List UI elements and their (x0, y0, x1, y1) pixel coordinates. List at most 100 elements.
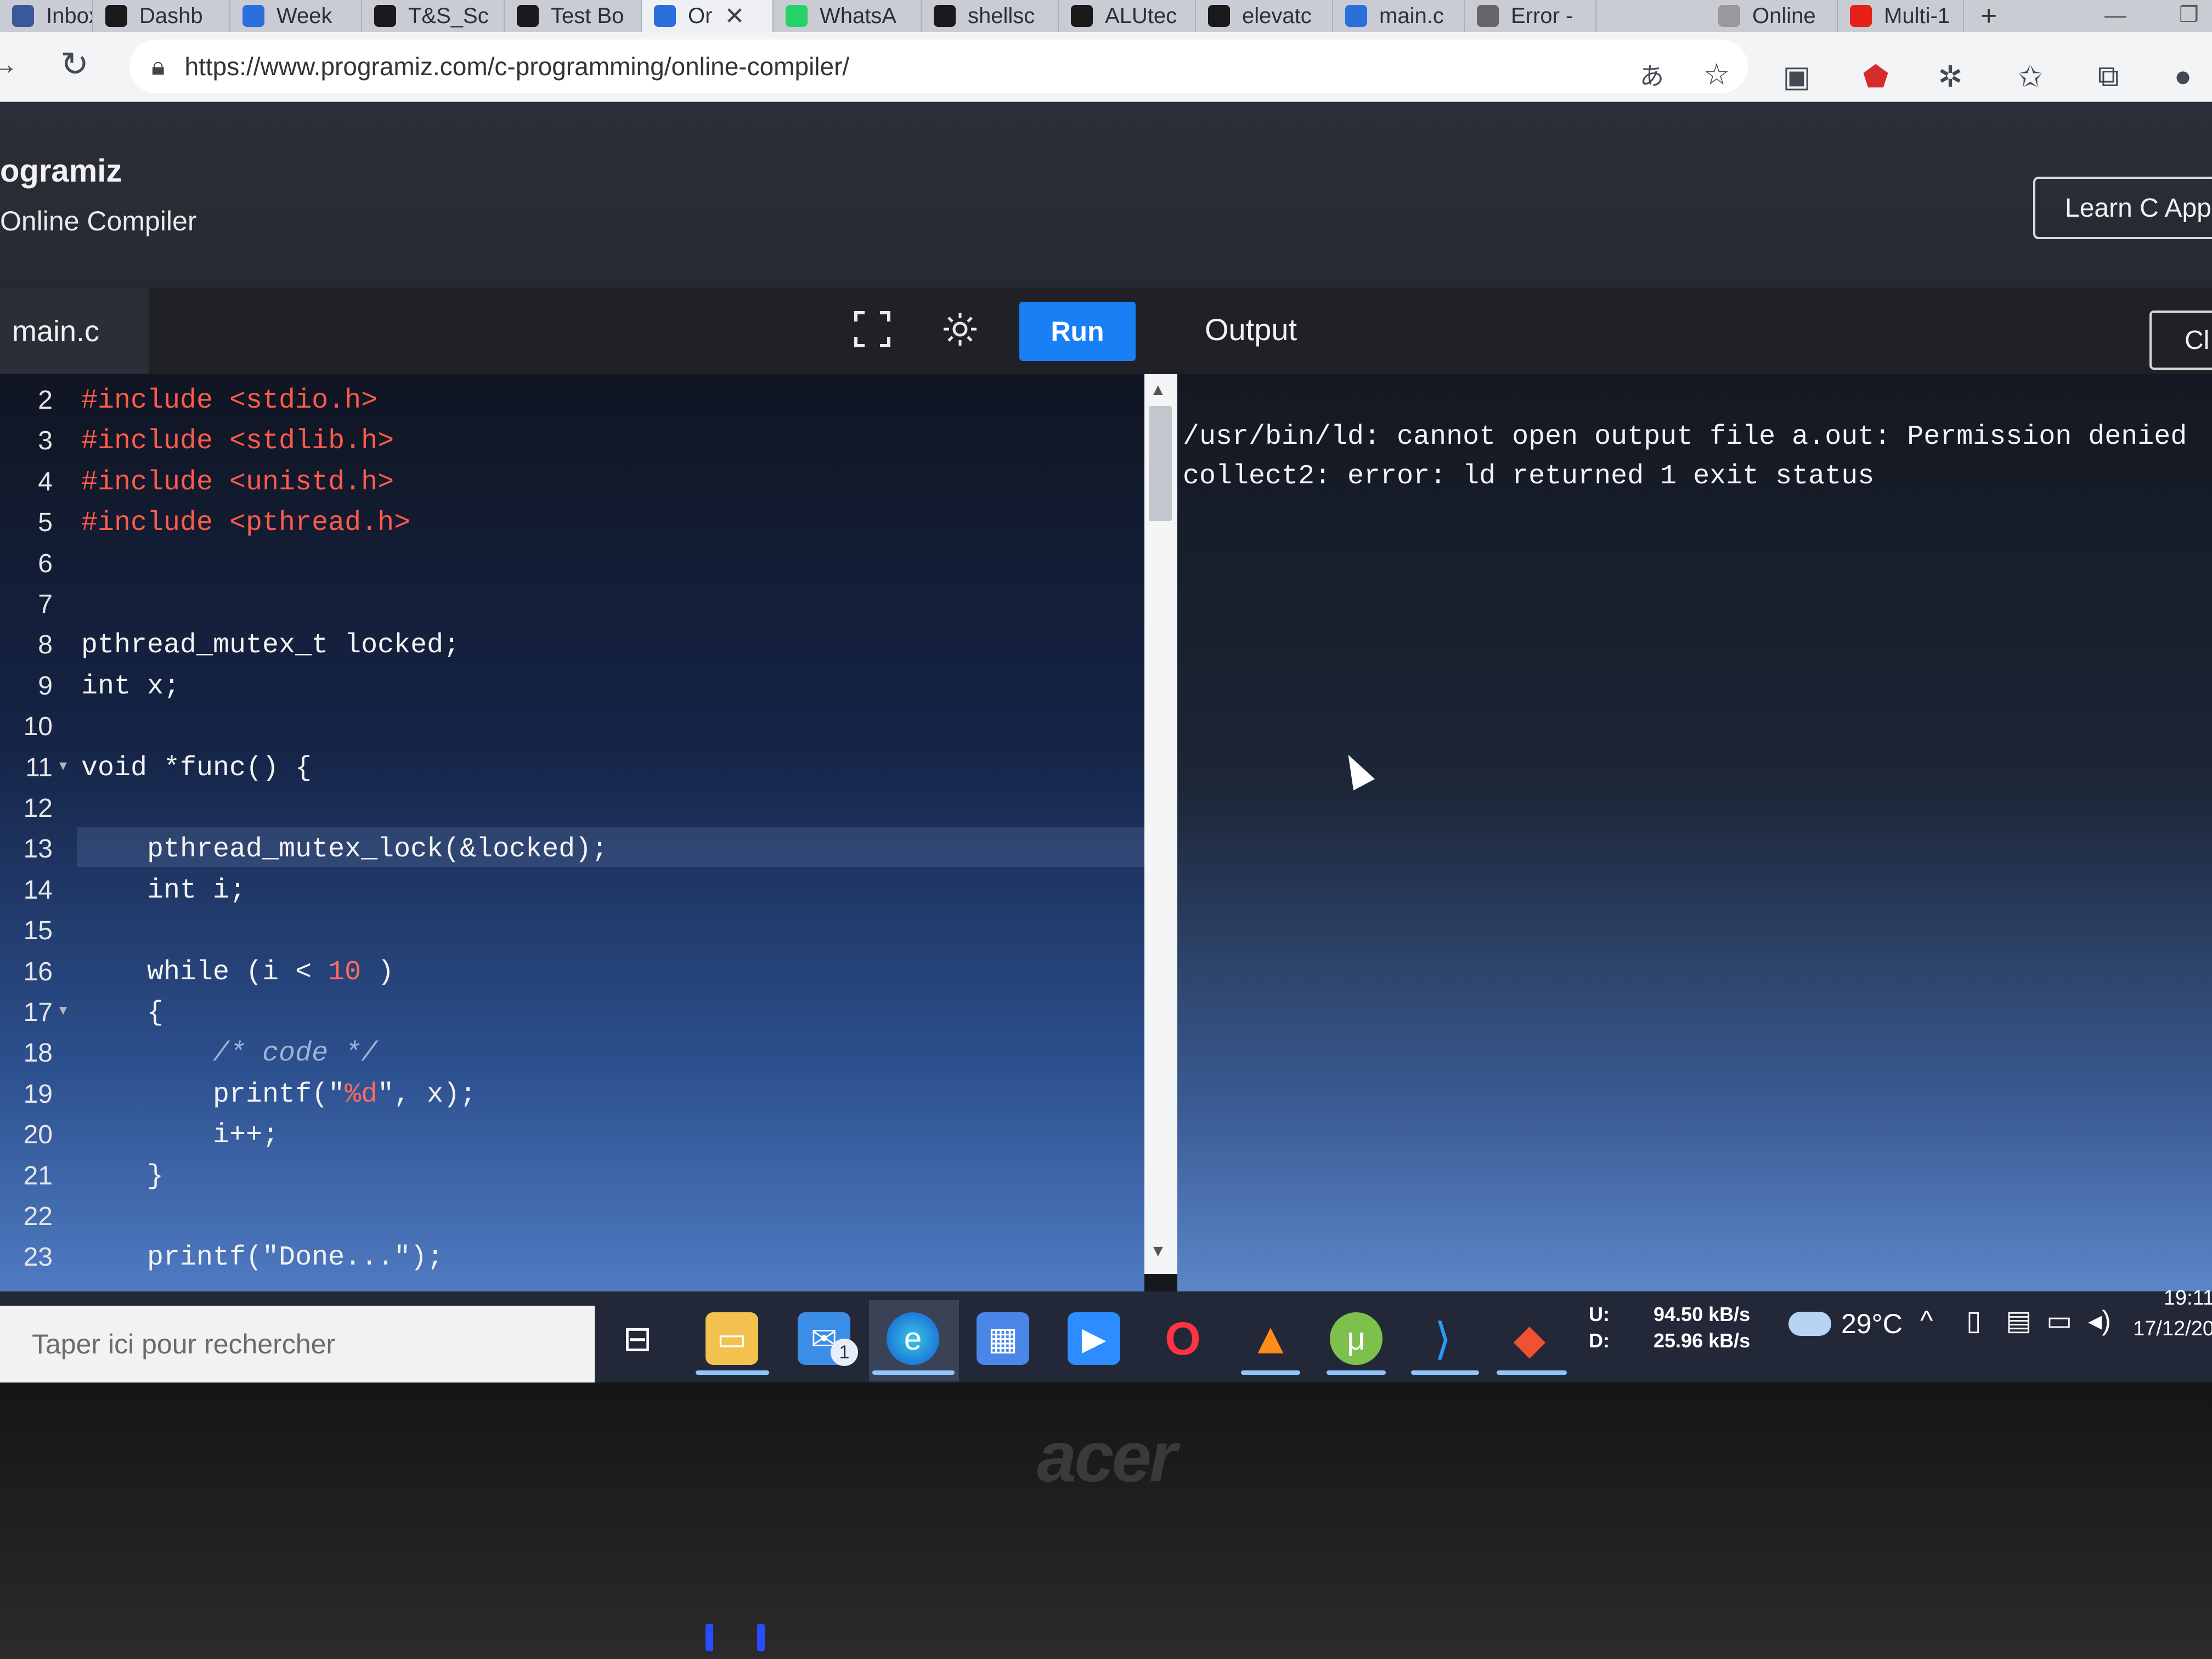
output-label: Output (1205, 312, 1297, 347)
store-icon[interactable]: ▦ (977, 1312, 1029, 1365)
clock-time: 19:11 (2163, 1286, 2212, 1310)
url-text[interactable]: https://www.programiz.com/c-programming/… (184, 52, 849, 81)
code-line[interactable]: 2 #include <stdio.h> (0, 385, 1144, 426)
git-active-indicator (1497, 1370, 1567, 1375)
chevron-up-icon[interactable]: ^ (1920, 1305, 1933, 1336)
notification-center-icon[interactable]: ▤ (2006, 1305, 2032, 1336)
file-tab-main-c[interactable]: main.c (0, 289, 149, 374)
code-line[interactable]: 7 (0, 589, 1144, 630)
code-line[interactable]: 14 int i; (0, 875, 1144, 916)
battery-icon[interactable]: ▭ (2046, 1305, 2072, 1336)
code-line[interactable]: 21 } (0, 1161, 1144, 1201)
code-token: { (81, 997, 164, 1029)
browser-tab[interactable]: Error - (1465, 0, 1596, 32)
code-line[interactable]: 23 printf("Done..."); (0, 1242, 1144, 1283)
code-line[interactable]: 5 #include <pthread.h> (0, 507, 1144, 548)
code-line[interactable]: 11 ▾ void *func() { (0, 753, 1144, 793)
read-aloud-icon[interactable]: あ (1633, 55, 1671, 93)
code-line[interactable]: 12 (0, 793, 1144, 834)
tab-label: main.c (1379, 3, 1444, 28)
browser-tab[interactable]: Multi-1 (1838, 0, 1964, 32)
favorites-icon[interactable]: ✩ (2011, 57, 2050, 95)
tab-label: T&S_Sc (408, 3, 489, 28)
code-line[interactable]: 9 int x; (0, 671, 1144, 712)
code-line[interactable]: 15 (0, 916, 1144, 956)
learn-c-app-button[interactable]: Learn C App (2033, 177, 2212, 239)
restore-icon[interactable]: ❐ (2179, 2, 2199, 27)
browser-tab[interactable]: shellsc (922, 0, 1059, 32)
add-favorite-icon[interactable]: ☆ (1697, 55, 1736, 93)
close-tab-icon[interactable]: ✕ (724, 2, 744, 30)
profile-avatar-icon[interactable]: ● (2164, 57, 2202, 95)
code-line[interactable]: 6 (0, 549, 1144, 589)
utorrent-icon[interactable]: μ (1330, 1312, 1383, 1365)
status-led (757, 1624, 765, 1651)
line-number: 10 (23, 712, 53, 741)
code-line[interactable]: 4 #include <unistd.h> (0, 467, 1144, 507)
fold-toggle-icon[interactable]: ▾ (59, 756, 67, 775)
git-icon[interactable]: ◆ (1503, 1312, 1556, 1365)
system-clock[interactable]: 19:11 17/12/20 (2132, 1283, 2212, 1344)
vlc-icon[interactable]: ▲ (1244, 1312, 1297, 1365)
puzzle-icon[interactable]: ✲ (1931, 57, 1970, 95)
minimize-icon[interactable]: — (2104, 3, 2126, 28)
code-line[interactable]: 19 printf("%d", x); (0, 1079, 1144, 1120)
browser-tab[interactable]: Week (230, 0, 362, 32)
address-bar[interactable]: 🔒︎ https://www.programiz.com/c-programmi… (129, 40, 1748, 93)
temperature: 29°C (1841, 1308, 1903, 1339)
code-line[interactable]: 16 while (i < 10 ) (0, 957, 1144, 997)
code-line[interactable]: 3 #include <stdlib.h> (0, 426, 1144, 466)
site-brand[interactable]: ogramiz (0, 153, 122, 189)
clear-button[interactable]: Cl (2149, 311, 2212, 370)
opera-icon[interactable]: O (1156, 1312, 1209, 1365)
tab-favicon-icon (654, 5, 676, 27)
browser-tab[interactable]: Or ✕ (642, 0, 774, 32)
code-line[interactable]: 8 pthread_mutex_t locked; (0, 630, 1144, 670)
edge-browser-icon[interactable]: e (887, 1312, 939, 1365)
code-token: <pthread.h> (229, 507, 411, 539)
browser-tab[interactable]: Test Bo (505, 0, 642, 32)
code-line[interactable]: 17 ▾ { (0, 997, 1144, 1038)
file-explorer-icon[interactable]: ▭ (706, 1312, 758, 1365)
browser-tab[interactable]: T&S_Sc (362, 0, 505, 32)
weather-widget[interactable]: 29°C (1788, 1308, 1903, 1340)
tab-favicon-icon (1345, 5, 1367, 27)
back-icon[interactable]: → (0, 47, 19, 81)
fold-toggle-icon[interactable]: ▾ (59, 1001, 67, 1020)
code-token: #include (81, 385, 230, 416)
taskbar-search-input[interactable]: Taper ici pour rechercher (0, 1306, 595, 1383)
browser-tab[interactable]: ALUtec (1059, 0, 1196, 32)
editor-scroll-thumb[interactable] (1149, 406, 1172, 521)
scroll-up-icon[interactable]: ▲ (1150, 381, 1166, 399)
browser-tab[interactable]: Inbox ( (0, 0, 93, 32)
line-number: 5 (38, 508, 53, 537)
browser-tab[interactable]: elevatc (1196, 0, 1333, 32)
reload-icon[interactable]: ↻ (60, 44, 89, 84)
code-line[interactable]: 18 /* code */ (0, 1038, 1144, 1079)
volume-icon[interactable]: ◂) (2088, 1305, 2111, 1336)
browser-tab[interactable]: Dashb (93, 0, 230, 32)
code-text: pthread_mutex_lock(&locked); (81, 834, 608, 865)
scroll-down-icon[interactable]: ▼ (1150, 1242, 1166, 1261)
code-token: int x; (81, 671, 180, 702)
collections-icon[interactable]: ⧉ (2089, 57, 2128, 95)
code-line[interactable]: 20 i++; (0, 1120, 1144, 1160)
extension-icon[interactable]: ▣ (1778, 57, 1816, 95)
output-panel (1177, 374, 2212, 1291)
theme-toggle-icon[interactable] (941, 311, 979, 348)
tray-app-icon[interactable]: ▯ (1966, 1305, 1982, 1336)
security-extension-icon[interactable]: ⬟ (1857, 57, 1895, 95)
code-line[interactable]: 13 pthread_mutex_lock(&locked); (0, 834, 1144, 874)
run-button[interactable]: Run (1019, 302, 1136, 361)
new-tab-icon[interactable]: + (1964, 0, 2013, 32)
code-token: #include (81, 507, 230, 539)
code-line[interactable]: 10 (0, 712, 1144, 752)
task-view-icon[interactable]: ⊟ (611, 1312, 664, 1365)
browser-tab[interactable]: WhatsA (774, 0, 922, 32)
vscode-icon[interactable]: ⟩ (1417, 1312, 1469, 1365)
fullscreen-icon[interactable] (854, 311, 891, 348)
browser-tab[interactable]: main.c (1333, 0, 1465, 32)
code-line[interactable]: 22 (0, 1201, 1144, 1242)
browser-tab[interactable]: Online (1706, 0, 1838, 32)
zoom-icon[interactable]: ▶ (1068, 1312, 1120, 1365)
